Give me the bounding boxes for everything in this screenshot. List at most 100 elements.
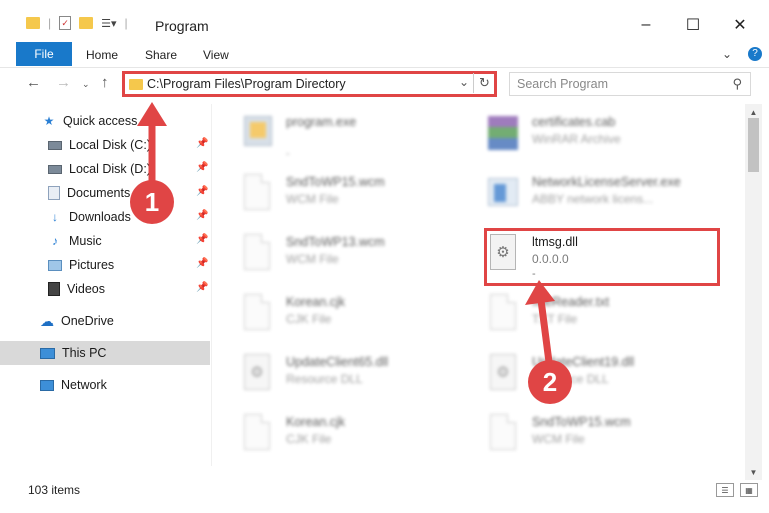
item-count: 103 items [28,483,81,497]
up-button[interactable]: ↑ [101,74,109,91]
sidebar-item-local-disk-d[interactable]: Local Disk (D:) 📌 [0,157,210,181]
network-icon [40,379,54,391]
file-item[interactable]: SndToWP15.wcm WCM File [486,412,726,466]
sidebar-item-videos[interactable]: Videos 📌 [0,277,210,301]
search-input[interactable] [510,73,720,95]
sidebar-item-label: Local Disk (D:) [69,162,151,176]
expand-ribbon-button[interactable]: ⌄ [722,47,732,61]
file-type: WCM File [286,252,339,266]
customize-toolbar-icon[interactable]: ☰▾ [101,17,116,30]
tab-view[interactable]: View [203,48,229,62]
exe-icon [240,114,274,154]
new-folder-icon[interactable] [79,17,94,29]
file-name: UpdateClient65.dll [286,355,389,369]
minimize-button[interactable]: – [623,10,669,40]
pin-icon: 📌 [196,234,209,245]
file-icon [240,414,274,454]
file-icon [240,234,274,274]
callout-badge-2: 2 [528,360,572,404]
file-name: fineReader.txt [532,295,610,309]
file-icon [486,414,520,454]
scroll-down-button[interactable]: ▼ [745,464,762,480]
maximize-button[interactable]: ☐ [670,10,716,40]
view-switcher: ☰ ▦ [716,483,758,497]
dll-gear-icon: ⚙ [240,354,274,394]
sidebar-item-label: Videos [67,282,105,296]
pin-icon: 📌 [196,186,209,197]
file-item[interactable]: ⚙ UpdateClient65.dll Resource DLL [240,352,480,412]
details-view-button[interactable]: ☰ [716,483,734,497]
sidebar-item-label: Downloads [69,210,131,224]
file-icon [240,174,274,214]
file-icon [240,294,274,334]
archive-icon [486,114,520,154]
file-name: SndToWP15.wcm [286,175,385,189]
sidebar-item-local-disk-c[interactable]: Local Disk (C:) 📌 [0,133,210,157]
tab-share[interactable]: Share [145,48,177,62]
properties-icon[interactable]: ✓ [59,16,72,30]
vertical-scrollbar[interactable]: ▲ ▼ [745,104,762,480]
sidebar-item-label: Documents [67,186,131,200]
sidebar-item-label: Pictures [69,258,115,272]
pin-icon: 📌 [196,138,209,149]
file-type: WCM File [286,192,339,206]
file-name: Korean.cjk [286,415,346,429]
sidebar-item-quick-access[interactable]: ★ Quick access [0,109,210,133]
separator: | [48,16,52,30]
sidebar-item-label: Quick access [63,114,138,128]
pin-icon: 📌 [196,210,209,221]
address-dropdown-button[interactable]: ⌄ [459,75,469,89]
file-item[interactable]: SndToWP13.wcm WCM File [240,232,480,292]
folder-icon [129,79,143,90]
sidebar-item-this-pc[interactable]: This PC [0,341,210,365]
sidebar-item-pictures[interactable]: Pictures 📌 [0,253,210,277]
sidebar-item-network[interactable]: Network [0,373,210,397]
file-item[interactable]: program.exe - [240,112,480,172]
pin-icon: 📌 [196,258,209,269]
file-type: TXT File [532,312,578,326]
file-item[interactable]: Korean.cjk CJK File [240,412,480,466]
file-item[interactable]: certificates.cab WinRAR Archive [486,112,726,172]
file-icon [486,294,520,334]
title-bar: | ✓ ☰▾ | Program – ☐ ✕ [0,0,769,40]
ribbon-tabs: File Home Share View ⌄ ? [0,40,769,68]
status-bar: 103 items ☰ ▦ [0,480,769,502]
refresh-button[interactable]: ↻ [473,73,495,93]
sidebar-item-music[interactable]: ♪ Music 📌 [0,229,210,253]
search-icon[interactable]: ⚲ [732,76,742,92]
sidebar-item-onedrive[interactable]: ☁ OneDrive [0,309,210,333]
file-item[interactable]: NetworkLicenseServer.exe ABBY network li… [486,172,726,232]
tab-file[interactable]: File [16,42,72,66]
file-name: SndToWP13.wcm [286,235,385,249]
scroll-thumb[interactable] [748,118,759,172]
address-path[interactable]: C:\Program Files\Program Directory [147,77,346,91]
address-bar[interactable]: C:\Program Files\Program Directory ⌄ ↻ [122,71,497,97]
file-name: Korean.cjk [286,295,346,309]
computer-icon [40,347,55,359]
close-button[interactable]: ✕ [717,10,763,40]
drive-icon [48,164,62,174]
file-item[interactable]: Korean.cjk CJK File [240,292,480,352]
back-button[interactable]: ← [26,74,41,91]
recent-locations-button[interactable]: ⌄ [82,79,90,90]
sidebar-item-documents[interactable]: Documents 📌 [0,181,210,205]
documents-icon [48,186,60,200]
forward-button[interactable]: → [56,74,71,91]
search-box[interactable]: ⚲ [509,72,751,96]
window-title: Program [155,18,209,34]
music-icon: ♪ [52,234,58,248]
tab-home[interactable]: Home [86,48,118,62]
separator: | [124,16,128,30]
sidebar-item-label: Local Disk (C:) [69,138,151,152]
file-extra: - [286,148,290,160]
file-type: Resource DLL [286,372,363,386]
file-item[interactable]: fineReader.txt TXT File [486,292,726,352]
sidebar-item-downloads[interactable]: ↓ Downloads 📌 [0,205,210,229]
pin-icon: 📌 [196,162,209,173]
drive-icon [48,140,62,150]
file-item[interactable]: ⚙ UpdateClient19.dll Resource DLL [486,352,726,412]
pin-icon: 📌 [196,282,209,293]
file-item[interactable]: SndToWP15.wcm WCM File [240,172,480,232]
large-icons-view-button[interactable]: ▦ [740,483,758,497]
help-button[interactable]: ? [748,47,762,61]
